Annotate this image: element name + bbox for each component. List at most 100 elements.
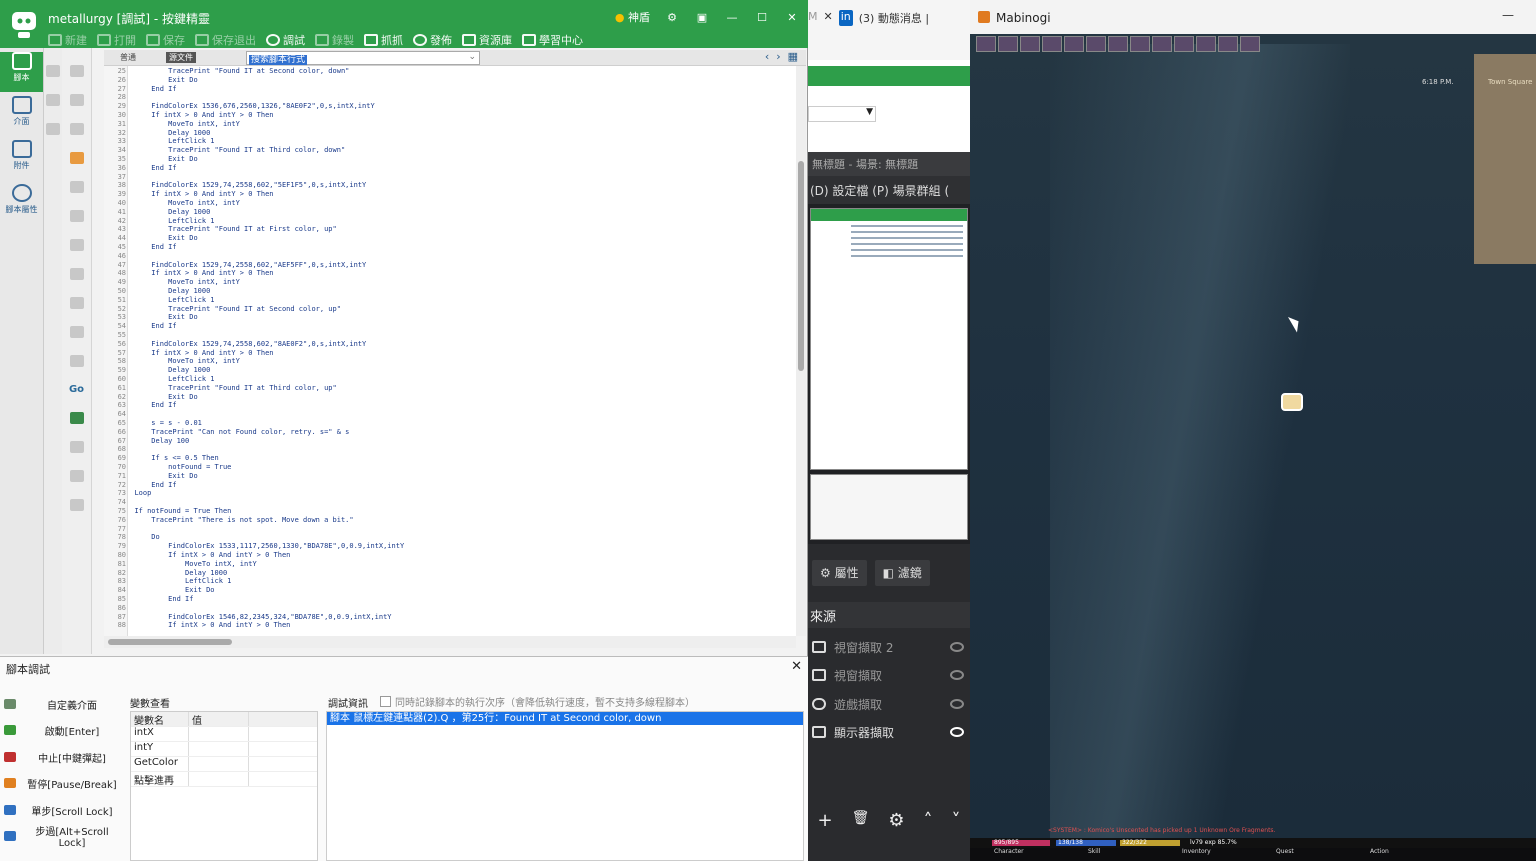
scroll-thumb[interactable] (108, 639, 232, 645)
binoculars-icon[interactable] (69, 412, 84, 424)
code-line[interactable]: 45 End If (104, 243, 794, 252)
code-line[interactable]: 70 notFound = True (104, 463, 794, 472)
chevron-down-icon[interactable]: ⌄ (468, 52, 476, 62)
buff-icon[interactable] (1086, 36, 1106, 52)
tab-filters[interactable]: ◧ 濾鏡 (874, 560, 930, 586)
source-item[interactable]: 遊戲擷取 (808, 691, 970, 717)
command-icon[interactable] (69, 326, 84, 338)
code-line[interactable]: 29 FindColorEx 1536,676,2560,1326,"8AE0F… (104, 102, 794, 111)
code-line[interactable]: 61 TracePrint "Found IT at Third color, … (104, 384, 794, 393)
code-line[interactable]: 82 Delay 1000 (104, 569, 794, 578)
command-icon[interactable] (69, 470, 84, 482)
log-entry[interactable]: 腳本 鼠標左鍵連點器(2).Q ，第25行：Found IT at Second… (327, 712, 803, 725)
trace-order-option[interactable]: 同時記錄腳本的執行次序（會降低執行速度，暫不支持多線程腳本） (380, 694, 695, 709)
vertical-scrollbar[interactable] (796, 66, 806, 636)
code-line[interactable]: 69 If s <= 0.5 Then (104, 454, 794, 463)
settings-button[interactable]: ⚙ (664, 11, 680, 24)
linkedin-icon[interactable]: in (838, 10, 853, 26)
command-icon[interactable] (69, 499, 84, 511)
code-line[interactable]: 62 Exit Do (104, 393, 794, 402)
code-line[interactable]: 47 FindColorEx 1529,74,2558,602,"AEF5FF"… (104, 261, 794, 270)
code-line[interactable]: 42 LeftClick 1 (104, 217, 794, 226)
library-button[interactable]: 資源庫 (462, 32, 512, 48)
menu-skill[interactable]: Skill (1064, 848, 1158, 861)
maximize-button[interactable]: ☐ (754, 11, 770, 24)
code-line[interactable]: 72 End If (104, 481, 794, 490)
code-line[interactable]: 28 (104, 93, 794, 102)
skin-button[interactable]: ▣ (694, 11, 710, 24)
code-line[interactable]: 40 MoveTo intX, intY (104, 199, 794, 208)
eye-hidden-icon[interactable] (950, 670, 964, 680)
comment-icon[interactable] (69, 268, 84, 280)
eye-icon[interactable] (950, 727, 964, 737)
menu-quest[interactable]: Quest (1252, 848, 1346, 861)
code-line[interactable]: 48 If intX > 0 And intY > 0 Then (104, 269, 794, 278)
code-line[interactable]: 64 (104, 410, 794, 419)
code-line[interactable]: 32 Delay 1000 (104, 129, 794, 138)
buff-icon[interactable] (1130, 36, 1150, 52)
status-badge[interactable]: ● 神盾 (615, 9, 650, 25)
code-line[interactable]: 55 (104, 331, 794, 340)
browser-tab[interactable]: M (808, 10, 818, 26)
arrow-up-icon[interactable] (69, 94, 84, 106)
code-line[interactable]: 85 End If (104, 595, 794, 604)
menu-inventory[interactable]: Inventory (1158, 848, 1252, 861)
record-button[interactable]: 錄製 (315, 32, 354, 48)
minimize-button[interactable]: — (724, 11, 740, 24)
nav-item-attachment[interactable]: 附件 (0, 140, 43, 180)
code-line[interactable]: 77 (104, 525, 794, 534)
hand-icon[interactable] (69, 152, 84, 164)
stop-button[interactable]: 中止[中鍵彈起] (4, 746, 122, 768)
tab-normal[interactable]: 普通 (120, 52, 136, 63)
buff-icon[interactable] (998, 36, 1018, 52)
browser-tab[interactable]: (3) 動態消息 | (859, 10, 929, 26)
code-line[interactable]: 33 LeftClick 1 (104, 137, 794, 146)
buff-icon[interactable] (1042, 36, 1062, 52)
debug-button[interactable]: 調試 (266, 32, 305, 48)
command-icon[interactable] (69, 355, 84, 367)
code-line[interactable]: 56 FindColorEx 1529,74,2558,602,"8AE0F2"… (104, 340, 794, 349)
save-button[interactable]: 保存 (146, 32, 185, 48)
code-line[interactable]: 46 (104, 252, 794, 261)
binoculars-icon[interactable] (69, 441, 84, 453)
character-marker[interactable] (1281, 393, 1303, 411)
code-line[interactable]: 34 TracePrint "Found IT at Third color, … (104, 146, 794, 155)
new-button[interactable]: 新建 (48, 32, 87, 48)
code-line[interactable]: 30 If intX > 0 And intY > 0 Then (104, 111, 794, 120)
code-line[interactable]: 67 Delay 100 (104, 437, 794, 446)
horizontal-scrollbar[interactable] (104, 636, 796, 648)
tab-properties[interactable]: ⚙ 屬性 (812, 560, 867, 586)
source-item[interactable]: 顯示器擷取 (808, 719, 970, 745)
code-line[interactable]: 63 End If (104, 401, 794, 410)
eye-hidden-icon[interactable] (950, 642, 964, 652)
code-line[interactable]: 87 FindColorEx 1546,82,2345,324,"BDA78E"… (104, 613, 794, 622)
code-line[interactable]: 51 LeftClick 1 (104, 296, 794, 305)
menu-bar[interactable]: (D) 設定檔 (P) 場景群組 ( (808, 176, 970, 204)
code-line[interactable]: 81 MoveTo intX, intY (104, 560, 794, 569)
eye-hidden-icon[interactable] (950, 699, 964, 709)
code-line[interactable]: 83 LeftClick 1 (104, 577, 794, 586)
code-line[interactable]: 74 (104, 498, 794, 507)
table-row[interactable]: intY (131, 742, 317, 757)
preview-canvas[interactable] (808, 204, 970, 544)
pause-button[interactable]: 暫停[Pause/Break] (4, 772, 122, 794)
minimize-button[interactable]: — (1502, 8, 1514, 22)
learn-center-button[interactable]: 學習中心 (522, 32, 583, 48)
trash-icon[interactable]: 🗑 (852, 810, 870, 840)
code-line[interactable]: 65 s = s - 0.01 (104, 419, 794, 428)
buff-icon[interactable] (1064, 36, 1084, 52)
code-line[interactable]: 54 End If (104, 322, 794, 331)
tab-nav-arrows[interactable]: ‹ › ▦ (765, 50, 798, 63)
code-line[interactable]: 60 LeftClick 1 (104, 375, 794, 384)
tab-source[interactable]: 源文件 (166, 52, 196, 63)
table-row[interactable]: intX (131, 727, 317, 742)
buff-icon[interactable] (1020, 36, 1040, 52)
code-line[interactable]: 31 MoveTo intX, intY (104, 120, 794, 129)
code-line[interactable]: 43 TracePrint "Found IT at First color, … (104, 225, 794, 234)
command-icon[interactable] (69, 239, 84, 251)
code-line[interactable]: 66 TracePrint "Can not Found color, retr… (104, 428, 794, 437)
game-viewport[interactable]: Town Square 6:18 P.M. (970, 34, 1536, 854)
code-line[interactable]: 53 Exit Do (104, 313, 794, 322)
code-line[interactable]: 71 Exit Do (104, 472, 794, 481)
debug-log[interactable]: 腳本 鼠標左鍵連點器(2).Q ，第25行：Found IT at Second… (326, 711, 804, 861)
